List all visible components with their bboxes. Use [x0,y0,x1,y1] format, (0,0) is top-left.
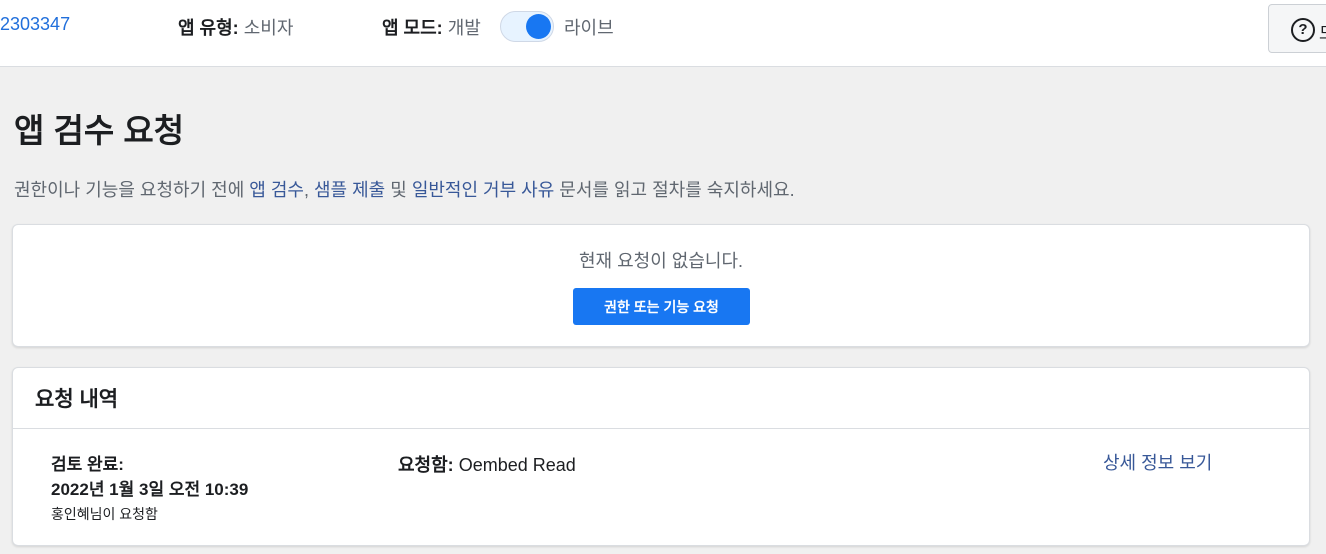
empty-requests-text: 현재 요청이 없습니다. [578,251,744,271]
intro-sep1: , [303,180,314,200]
request-permission-button[interactable]: 권한 또는 기능 요청 [573,288,750,325]
requester-text: 홍인혜님이 요청함 [51,506,158,522]
current-requests-card: 현재 요청이 없습니다. 권한 또는 기능 요청 [12,224,1310,347]
status-date: 2022년 1월 3일 오전 10:39 [51,480,249,499]
app-type-value: 소비자 [243,18,294,38]
requested-label: 요청함: [398,455,454,475]
help-button[interactable]: ? 도 [1268,4,1326,53]
status-label: 검토 완료: [51,455,124,474]
intro-text: 권한이나 기능을 요청하기 전에 앱 검수, 샘플 제출 및 일반적인 거부 사… [14,176,795,202]
app-type-label: 앱 유형: [178,18,239,38]
app-mode-live-label: 라이브 [564,18,614,38]
app-mode: 앱 모드: 개발 [382,14,481,40]
help-icon: ? [1291,18,1315,42]
sample-submission-link[interactable]: 샘플 제출 [314,180,385,200]
app-mode-dev-label: 개발 [447,18,481,38]
app-type: 앱 유형: 소비자 [178,14,293,40]
view-details-link[interactable]: 상세 정보 보기 [1103,449,1212,475]
intro-sep2: 및 [385,180,412,200]
app-mode-toggle[interactable] [500,11,554,42]
requested-item: 요청함: Oembed Read [398,451,576,477]
app-mode-label: 앱 모드: [382,18,443,38]
intro-prefix: 권한이나 기능을 요청하기 전에 [14,180,250,200]
app-id: 2303347 [0,14,71,34]
intro-suffix: 문서를 읽고 절차를 숙지하세요. [554,180,795,200]
page-title: 앱 검수 요청 [14,112,185,149]
app-review-link[interactable]: 앱 검수 [249,180,304,200]
requested-value: Oembed Read [453,455,576,475]
common-rejection-reasons-link[interactable]: 일반적인 거부 사유 [412,180,554,200]
help-button-label: 도 [1319,19,1326,44]
top-bar: 2303347 앱 유형: 소비자 앱 모드: 개발 라이브 ? 도 [0,0,1326,67]
divider [13,428,1309,429]
history-title: 요청 내역 [35,388,119,411]
toggle-knob [526,14,551,39]
request-history-card: 요청 내역 검토 완료: 2022년 1월 3일 오전 10:39 홍인혜님이 … [12,367,1310,546]
